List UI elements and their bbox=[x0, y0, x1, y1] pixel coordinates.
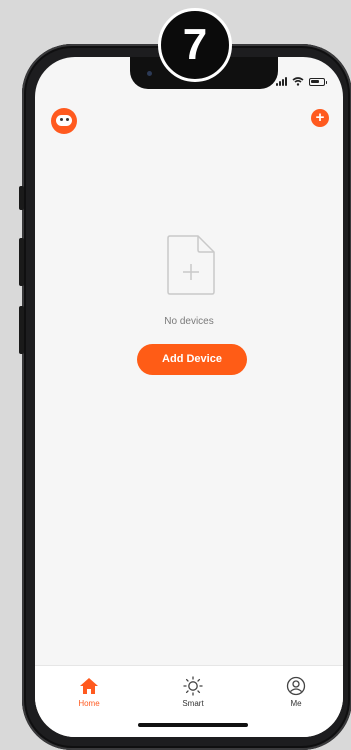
bottom-tab-bar: Home Smart Me bbox=[35, 665, 343, 737]
wifi-icon bbox=[292, 77, 304, 86]
step-number-badge: 7 bbox=[158, 8, 232, 82]
tab-me[interactable]: Me bbox=[266, 676, 326, 708]
battery-icon bbox=[309, 78, 327, 86]
tab-home[interactable]: Home bbox=[59, 676, 119, 708]
tab-home-label: Home bbox=[78, 699, 100, 708]
sun-icon bbox=[183, 676, 203, 696]
tab-smart-label: Smart bbox=[182, 699, 204, 708]
tab-smart[interactable]: Smart bbox=[163, 676, 223, 708]
signal-icon bbox=[276, 77, 287, 86]
add-device-button[interactable]: Add Device bbox=[137, 344, 247, 375]
robot-avatar-icon[interactable] bbox=[51, 108, 77, 134]
status-bar-icons bbox=[276, 77, 327, 86]
home-indicator bbox=[138, 723, 248, 727]
phone-side-button bbox=[19, 186, 24, 210]
front-camera bbox=[147, 71, 152, 76]
phone-side-button bbox=[19, 238, 24, 286]
add-document-icon bbox=[167, 235, 215, 295]
plus-circle-icon[interactable]: + bbox=[311, 109, 329, 127]
app-screen: + No devices Add Device Home Smart Me bbox=[35, 57, 343, 737]
phone-side-button bbox=[19, 306, 24, 354]
empty-state-message: No devices bbox=[164, 316, 214, 327]
tab-me-label: Me bbox=[290, 699, 302, 708]
user-icon bbox=[286, 676, 306, 696]
home-icon bbox=[80, 678, 98, 694]
